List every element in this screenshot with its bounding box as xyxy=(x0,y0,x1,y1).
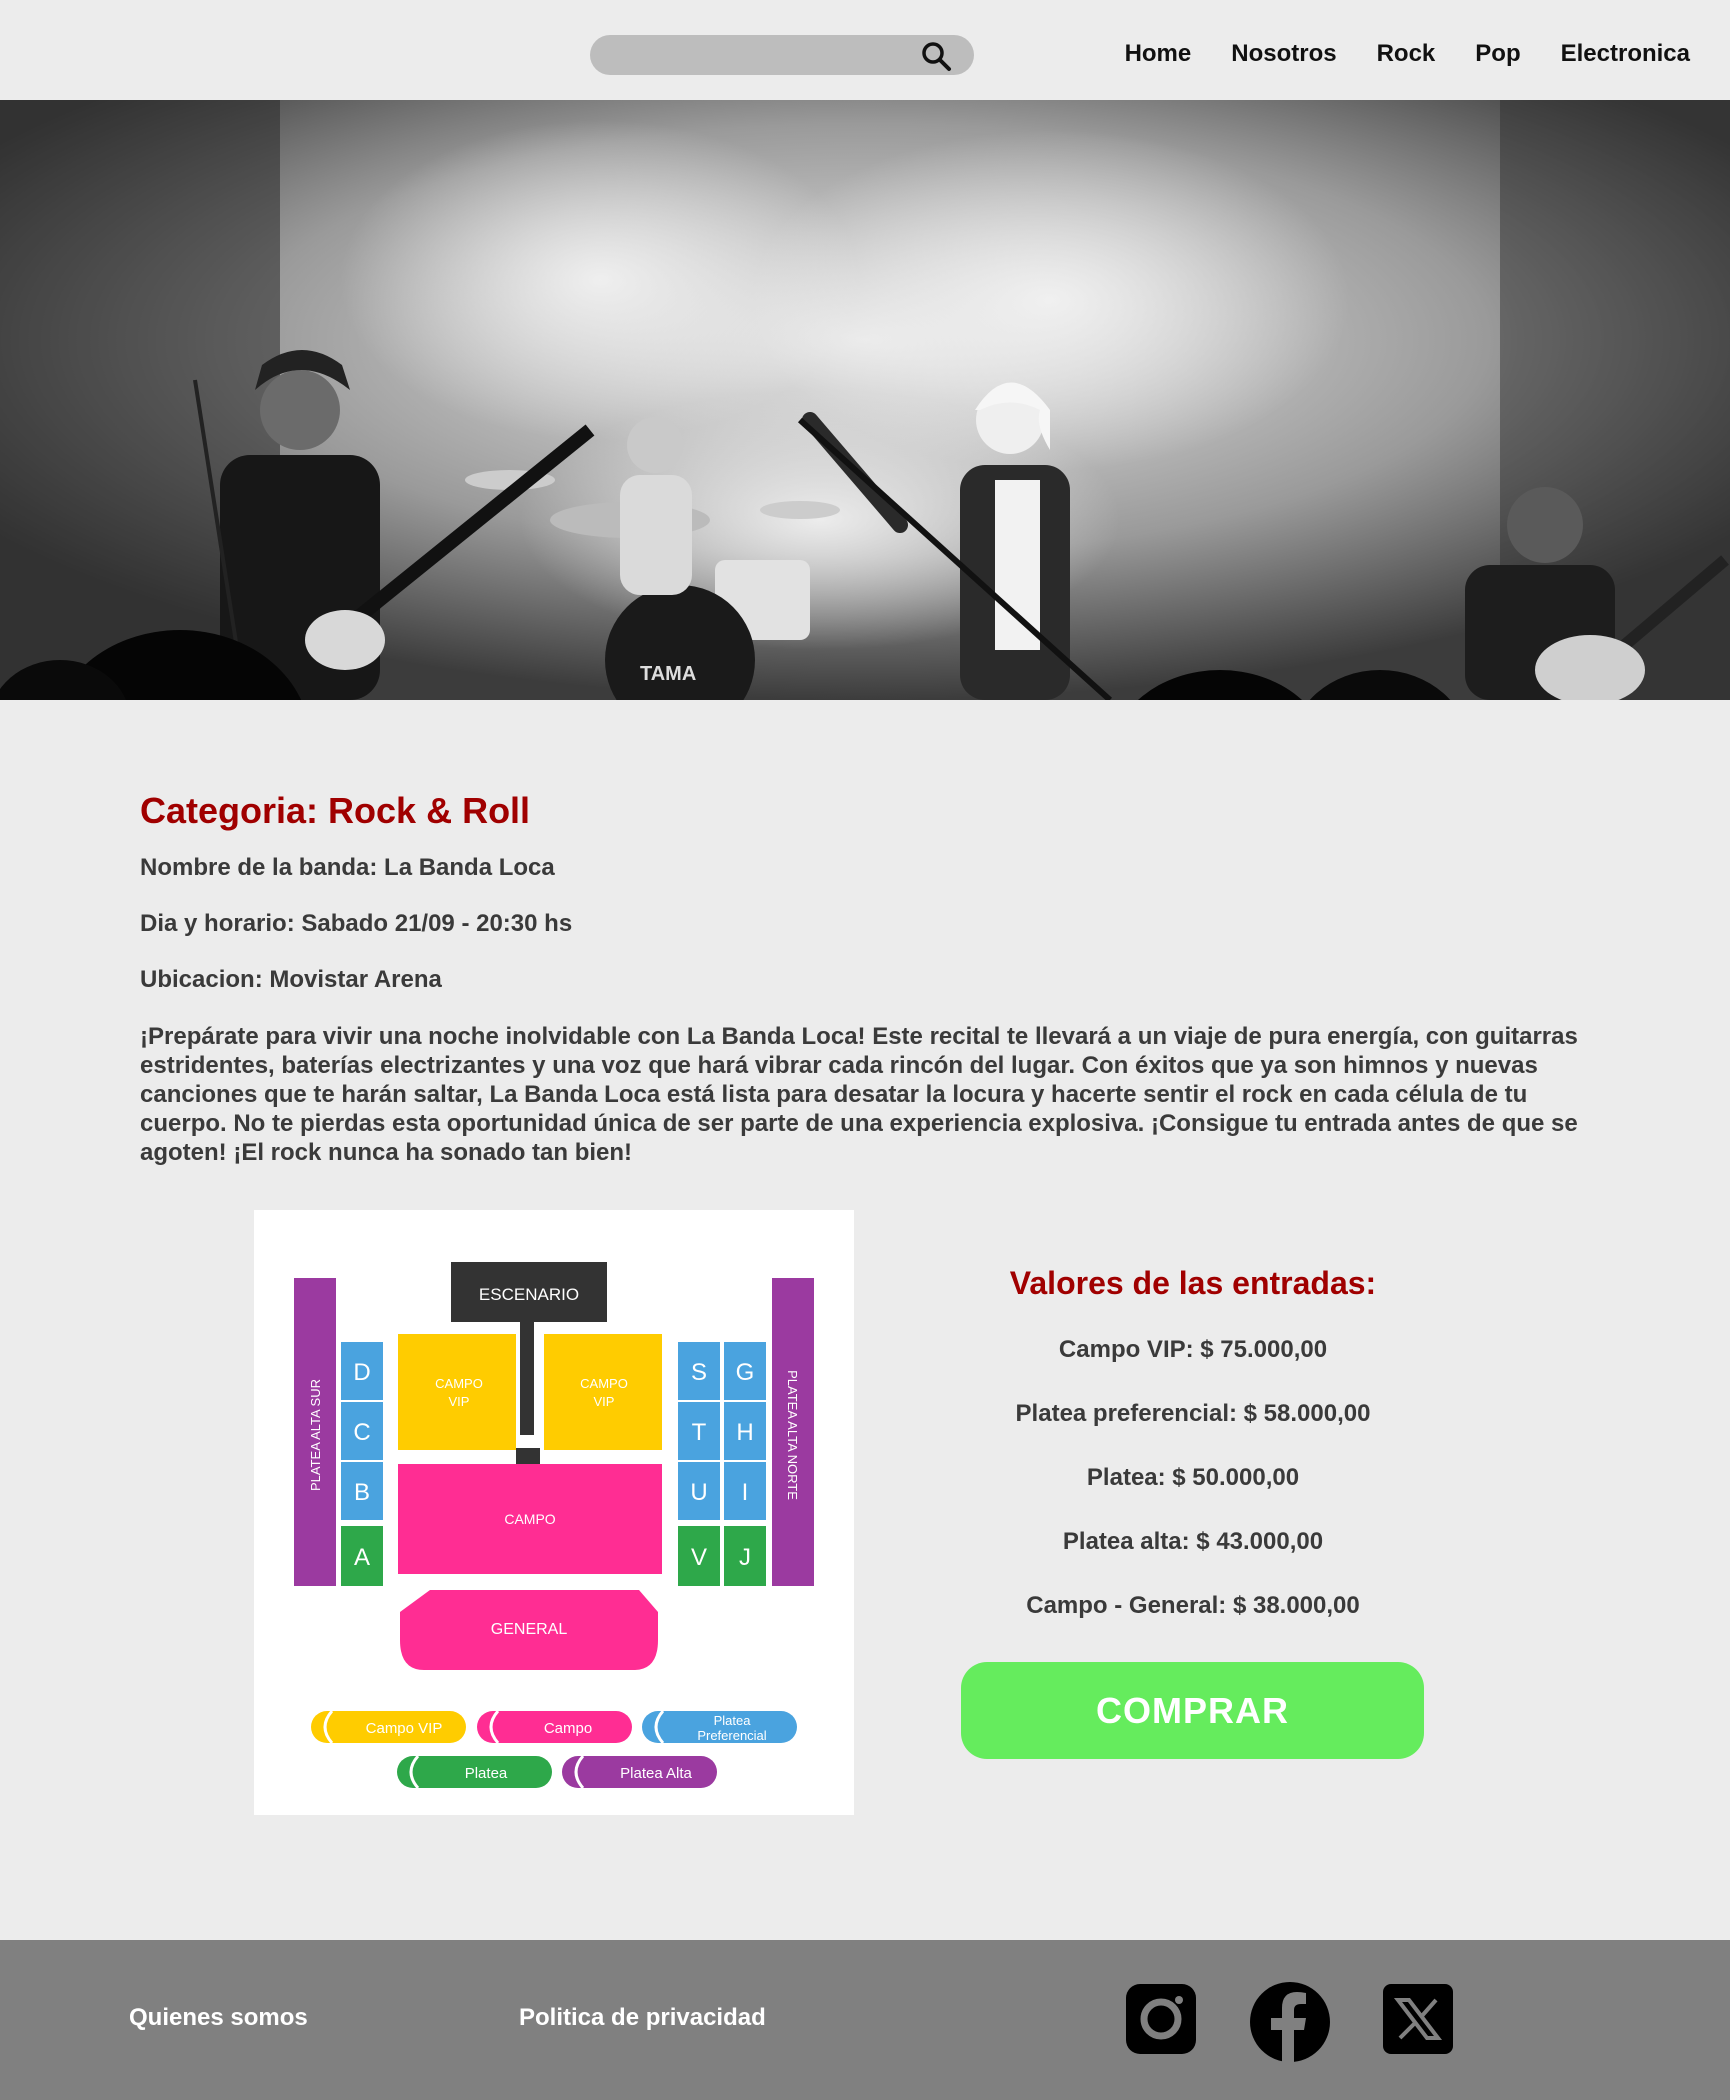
nav-rock[interactable]: Rock xyxy=(1377,36,1436,72)
price-campo-vip: Campo VIP: $ 75.000,00 xyxy=(1058,1336,1328,1363)
nav-nosotros[interactable]: Nosotros xyxy=(1231,36,1336,72)
search-bar[interactable] xyxy=(590,35,974,75)
legend-platea-alta-label: Platea Alta xyxy=(620,1765,692,1782)
ticket-prices: Valores de las entradas: Campo VIP: $ 75… xyxy=(950,1265,1436,1656)
svg-text:TAMA: TAMA xyxy=(640,663,696,685)
platea-alta-norte-label: PLATEA ALTA NORTE xyxy=(785,1370,800,1500)
hero-image: TAMA xyxy=(0,100,1730,700)
price-platea-alta: Platea alta: $ 43.000,00 xyxy=(1062,1528,1324,1555)
legend-campo: Campo xyxy=(477,1710,632,1744)
sector-d-label: D xyxy=(353,1359,370,1386)
campo-label: CAMPO xyxy=(504,1511,555,1527)
event-info: Categoria: Rock & Roll Nombre de la band… xyxy=(140,790,1590,1167)
price-platea-preferencial: Platea preferencial: $ 58.000,00 xyxy=(1015,1400,1371,1427)
legend-platea: Platea xyxy=(397,1755,552,1789)
campo-vip-right-label: CAMPO xyxy=(580,1376,628,1391)
sector-c-label: C xyxy=(353,1419,370,1446)
sector-i-label: I xyxy=(742,1479,749,1506)
nav-electronica[interactable]: Electronica xyxy=(1561,36,1690,72)
legend-pref-label-2: Preferencial xyxy=(697,1728,766,1743)
footer: Quienes somos Politica de privacidad xyxy=(0,1940,1730,2100)
event-datetime: Dia y horario: Sabado 21/09 - 20:30 hs xyxy=(140,910,573,937)
legend-platea-preferencial: Platea Preferencial xyxy=(642,1710,797,1744)
legend-platea-label: Platea xyxy=(465,1765,508,1782)
campo-vip-right[interactable] xyxy=(544,1334,662,1450)
nav-pop[interactable]: Pop xyxy=(1475,36,1520,72)
footer-link-privacy[interactable]: Politica de privacidad xyxy=(519,2004,766,2032)
instagram-icon[interactable] xyxy=(1124,1980,1198,2058)
campo-vip-left-label: CAMPO xyxy=(435,1376,483,1391)
event-category: Categoria: Rock & Roll xyxy=(140,790,531,831)
prices-title: Valores de las entradas: xyxy=(1009,1265,1377,1301)
sector-a-label: A xyxy=(354,1544,370,1571)
search-icon[interactable] xyxy=(920,40,952,72)
sector-h-label: H xyxy=(736,1419,753,1446)
legend-campo-vip: Campo VIP xyxy=(311,1710,466,1744)
sector-s-label: S xyxy=(691,1359,707,1386)
legend-pref-label-1: Platea xyxy=(714,1713,752,1728)
sector-b-label: B xyxy=(354,1479,370,1506)
event-band: Nombre de la banda: La Banda Loca xyxy=(140,854,555,881)
sector-j-label: J xyxy=(739,1544,751,1571)
footer-link-about[interactable]: Quienes somos xyxy=(129,2004,308,2032)
nav-home[interactable]: Home xyxy=(1125,36,1192,72)
price-platea: Platea: $ 50.000,00 xyxy=(1086,1464,1300,1491)
legend-platea-alta: Platea Alta xyxy=(562,1755,717,1789)
sector-v-label: V xyxy=(691,1544,707,1571)
runway xyxy=(520,1320,534,1435)
event-location: Ubicacion: Movistar Arena xyxy=(140,966,442,993)
campo-vip-right-sub: VIP xyxy=(594,1394,615,1409)
header: Home Nosotros Rock Pop Electronica xyxy=(0,0,1730,100)
buy-button[interactable]: COMPRAR xyxy=(961,1662,1424,1759)
price-campo-general: Campo - General: $ 38.000,00 xyxy=(1026,1592,1360,1619)
sector-g-label: G xyxy=(736,1359,755,1386)
campo-vip-left-sub: VIP xyxy=(449,1394,470,1409)
stage-label: ESCENARIO xyxy=(479,1285,579,1304)
main-nav: Home Nosotros Rock Pop Electronica xyxy=(1125,36,1690,72)
search-input[interactable] xyxy=(608,41,912,71)
seat-map: ESCENARIO PLATEA ALTA SUR PLATEA ALTA NO… xyxy=(254,1210,854,1815)
x-icon[interactable] xyxy=(1381,1980,1455,2058)
legend-campo-label: Campo xyxy=(544,1720,592,1737)
platea-alta-sur-label: PLATEA ALTA SUR xyxy=(308,1379,323,1491)
campo-vip-left[interactable] xyxy=(398,1334,516,1450)
sector-t-label: T xyxy=(692,1419,707,1446)
event-description: ¡Prepárate para vivir una noche inolvida… xyxy=(140,1023,1578,1166)
legend-campo-vip-label: Campo VIP xyxy=(366,1720,443,1737)
facebook-icon[interactable] xyxy=(1248,1980,1332,2064)
sector-u-label: U xyxy=(690,1479,707,1506)
general-label: GENERAL xyxy=(491,1621,568,1638)
